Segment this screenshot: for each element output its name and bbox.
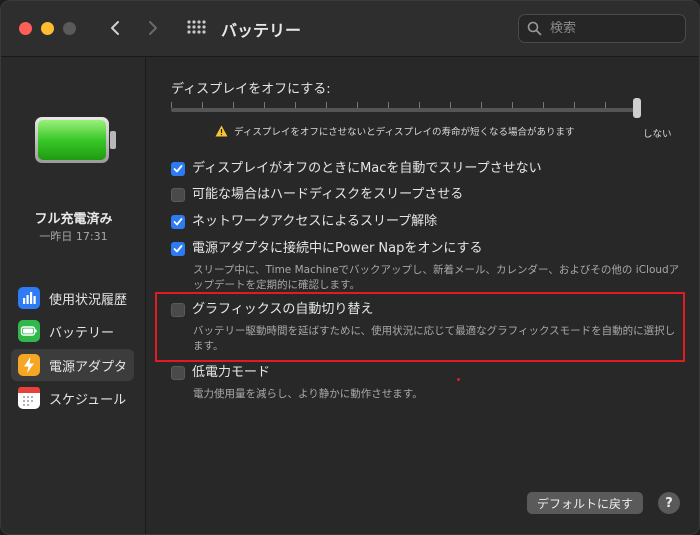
slider-tick	[295, 102, 296, 108]
chevron-left-icon	[111, 21, 119, 35]
system-preferences-window: バッテリー 検索 フル充電済み 一昨日 17:31 使用状況履歴 バッテリー 電…	[0, 0, 700, 535]
sidebar-item-label: スケジュール	[49, 392, 127, 408]
checkbox[interactable]	[171, 215, 185, 229]
zoom-window-button[interactable]	[63, 22, 76, 35]
option-network-wake[interactable]: ネットワークアクセスによるスリープ解除	[171, 213, 437, 231]
checkbox[interactable]	[171, 366, 185, 380]
slider-knob[interactable]	[633, 98, 641, 118]
slider-tick	[326, 102, 327, 108]
slider-tick	[419, 102, 420, 108]
bar-chart-icon	[18, 287, 40, 309]
option-low-power-mode[interactable]: 低電力モード	[171, 364, 270, 382]
sidebar-item-usage-history[interactable]: 使用状況履歴	[11, 282, 134, 314]
search-input[interactable]	[550, 21, 680, 36]
slider-tick	[357, 102, 358, 108]
sidebar-item-label: 電源アダプタ	[49, 359, 128, 375]
slider-tick	[481, 102, 482, 108]
sidebar-item-schedule[interactable]: スケジュール	[11, 382, 134, 414]
sidebar-item-label: バッテリー	[49, 325, 115, 341]
charge-status: フル充電済み	[34, 212, 113, 227]
search-icon	[527, 21, 542, 36]
checkbox[interactable]	[171, 188, 185, 202]
title-bar: バッテリー	[1, 1, 699, 57]
main-content: ディスプレイをオフにする: ディスプレイをオフにさせないとディスプレイの寿命が短…	[147, 58, 699, 534]
checkmark-icon	[173, 165, 183, 173]
option-power-nap[interactable]: 電源アダプタに接続中にPower Napをオンにする	[171, 240, 483, 258]
slider-tick	[605, 102, 606, 108]
option-label: 可能な場合はハードディスクをスリープさせる	[192, 187, 464, 202]
charge-time: 一昨日 17:31	[39, 230, 108, 243]
warning-text: ディスプレイをオフにさせないとディスプレイの寿命が短くなる場合があります	[234, 127, 575, 138]
option-description: 電力使用量を減らし、より静かに動作させます。	[193, 388, 423, 400]
slider-tick	[233, 102, 234, 108]
option-label: 低電力モード	[192, 365, 271, 380]
display-warning: ディスプレイをオフにさせないとディスプレイの寿命が短くなる場合があります	[215, 124, 574, 138]
close-window-button[interactable]	[19, 22, 32, 35]
option-label: グラフィックスの自動切り替え	[192, 302, 374, 317]
help-button[interactable]: ?	[658, 492, 680, 514]
never-label: しない	[643, 129, 672, 140]
option-disk-sleep[interactable]: 可能な場合はハードディスクをスリープさせる	[171, 186, 463, 204]
checkmark-icon	[173, 245, 183, 253]
slider-tick	[388, 102, 389, 108]
checkbox[interactable]	[171, 242, 185, 256]
calendar-icon	[18, 387, 40, 409]
slider-tick	[574, 102, 575, 108]
option-graphics-switching[interactable]: グラフィックスの自動切り替え	[171, 301, 373, 319]
warning-icon	[215, 125, 228, 137]
battery-icon	[18, 320, 40, 342]
option-label: 電源アダプタに接続中にPower Napをオンにする	[192, 241, 483, 256]
minimize-window-button[interactable]	[41, 22, 54, 35]
slider-tick	[543, 102, 544, 108]
sidebar: フル充電済み 一昨日 17:31 使用状況履歴 バッテリー 電源アダプタ スケジ…	[1, 58, 146, 534]
battery-status-icon	[34, 114, 118, 166]
option-description: スリープ中に、Time Machineでバックアップし、新着メール、カレンダー、…	[193, 264, 680, 291]
forward-button[interactable]	[141, 15, 165, 41]
chevron-right-icon	[149, 21, 157, 35]
sidebar-item-battery[interactable]: バッテリー	[11, 315, 134, 347]
window-title: バッテリー	[221, 21, 302, 40]
option-prevent-sleep[interactable]: ディスプレイがオフのときにMacを自動でスリープさせない	[171, 160, 542, 178]
grid-icon	[187, 20, 206, 34]
restore-defaults-button[interactable]: デフォルトに戻す	[527, 492, 644, 514]
sidebar-item-power-adapter[interactable]: 電源アダプタ	[11, 349, 134, 381]
show-all-button[interactable]	[185, 18, 207, 40]
bolt-icon	[18, 354, 40, 376]
slider-tick	[450, 102, 451, 108]
display-off-label: ディスプレイをオフにする:	[171, 82, 331, 97]
checkbox[interactable]	[171, 162, 185, 176]
slider-tick	[512, 102, 513, 108]
slider-tick	[171, 102, 172, 108]
slider-track[interactable]	[171, 108, 639, 112]
option-label: ディスプレイがオフのときにMacを自動でスリープさせない	[192, 161, 542, 176]
slider-tick	[264, 102, 265, 108]
slider-tick	[202, 102, 203, 108]
option-description: バッテリー駆動時間を延ばすために、使用状況に応じて最適なグラフィックスモードを自…	[193, 325, 676, 352]
checkmark-icon	[173, 218, 183, 226]
option-label: ネットワークアクセスによるスリープ解除	[192, 214, 438, 229]
checkbox[interactable]	[171, 303, 185, 317]
search-field[interactable]	[518, 14, 686, 43]
back-button[interactable]	[103, 15, 127, 41]
sidebar-item-label: 使用状況履歴	[49, 292, 128, 308]
red-dot-marker	[457, 378, 460, 381]
